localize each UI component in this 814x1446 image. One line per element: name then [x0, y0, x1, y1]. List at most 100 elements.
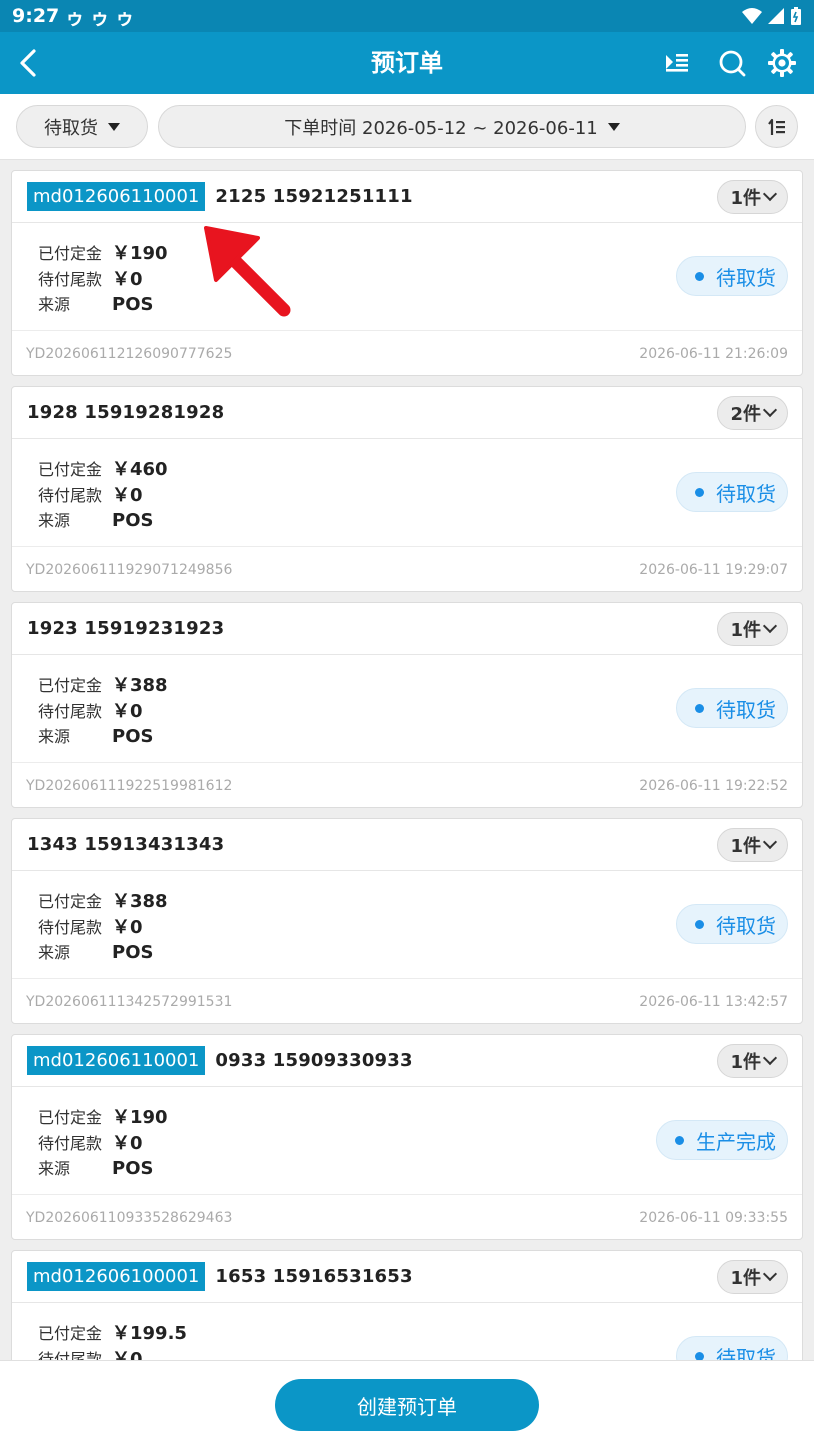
status-text: 待取货: [716, 481, 776, 506]
deposit-label: 已付定金: [38, 244, 103, 263]
sort-icon: [767, 118, 785, 135]
search-icon[interactable]: [717, 48, 747, 78]
order-card-header: 1923 15919231923 1件: [12, 603, 802, 655]
item-count-toggle[interactable]: 2件: [717, 396, 788, 430]
source-value: POS: [112, 1158, 154, 1179]
order-card[interactable]: md012606100001 1653 15916531653 1件 已付定金 …: [11, 1250, 803, 1360]
status-filter-label: 待取货: [44, 117, 98, 139]
store-code-tag: md012606110001: [27, 182, 206, 211]
status-badge: 待取货: [676, 688, 788, 728]
status-text: 待取货: [716, 265, 776, 290]
status-dot-icon: [695, 703, 704, 713]
order-timestamp: 2026-06-11 09:33:55: [639, 1210, 788, 1226]
status-dot-icon: [695, 271, 704, 281]
chevron-down-icon: [762, 618, 778, 634]
gear-icon[interactable]: [767, 48, 797, 78]
status-text: 生产完成: [696, 1129, 776, 1154]
battery-icon: [791, 7, 801, 25]
order-card[interactable]: 1923 15919231923 1件 已付定金 ￥388 待付尾款 ￥0 来源: [11, 602, 803, 808]
status-time: 9:27: [12, 5, 60, 27]
item-count-toggle[interactable]: 1件: [717, 1260, 788, 1294]
order-customer-info: 2125 15921251111: [215, 186, 413, 207]
balance-label: 待付尾款: [38, 486, 103, 505]
status-text: 待取货: [716, 697, 776, 722]
order-card[interactable]: 1928 15919281928 2件 已付定金 ￥460 待付尾款 ￥0 来源: [11, 386, 803, 592]
status-filter-dropdown[interactable]: 待取货: [16, 105, 148, 148]
caret-down-icon: [607, 122, 620, 131]
order-card[interactable]: md012606110001 0933 15909330933 1件 已付定金 …: [11, 1034, 803, 1240]
order-number: YD202606111922519981612: [26, 778, 233, 794]
order-card[interactable]: 1343 15913431343 1件 已付定金 ￥388 待付尾款 ￥0 来源: [11, 818, 803, 1024]
deposit-value: ￥199.5: [112, 1323, 187, 1344]
order-card-header: md012606100001 1653 15916531653 1件: [12, 1251, 802, 1303]
source-label: 来源: [38, 295, 71, 314]
notification-icon: ゥ: [90, 6, 110, 29]
date-filter-dropdown[interactable]: 下单时间 2026-05-12 ~ 2026-06-11: [158, 105, 746, 148]
chevron-down-icon: [762, 402, 778, 418]
item-count-label: 1件: [730, 188, 761, 209]
deposit-value: ￥388: [112, 675, 168, 696]
balance-value: ￥0: [112, 1133, 143, 1154]
order-card-body: 已付定金 ￥190 待付尾款 ￥0 来源 POS 待取货: [12, 223, 802, 331]
order-number: YD202606111929071249856: [26, 562, 233, 578]
date-filter-label: 下单时间 2026-05-12 ~ 2026-06-11: [284, 117, 598, 139]
order-list: md012606110001 2125 15921251111 1件 已付定金 …: [0, 160, 814, 1360]
order-customer-info: 1923 15919231923: [27, 618, 225, 639]
deposit-label: 已付定金: [38, 892, 103, 911]
signal-icon: [768, 8, 784, 24]
source-label: 来源: [38, 943, 71, 962]
item-count-toggle[interactable]: 1件: [717, 1044, 788, 1078]
order-card-header: 1928 15919281928 2件: [12, 387, 802, 439]
source-label: 来源: [38, 511, 71, 530]
order-timestamp: 2026-06-11 13:42:57: [639, 994, 788, 1010]
source-value: POS: [112, 510, 154, 531]
wifi-icon: [742, 8, 762, 24]
balance-value: ￥0: [112, 701, 143, 722]
balance-value: ￥0: [112, 269, 143, 290]
balance-label: 待付尾款: [38, 1134, 103, 1153]
order-card-header: md012606110001 0933 15909330933 1件: [12, 1035, 802, 1087]
deposit-label: 已付定金: [38, 1108, 103, 1127]
item-count-toggle[interactable]: 1件: [717, 180, 788, 214]
caret-down-icon: [108, 122, 120, 131]
deposit-value: ￥190: [112, 1107, 168, 1128]
deposit-value: ￥388: [112, 891, 168, 912]
source-value: POS: [112, 942, 154, 963]
filter-list-icon[interactable]: [662, 48, 692, 78]
item-count-toggle[interactable]: 1件: [717, 612, 788, 646]
sort-button[interactable]: [755, 105, 798, 148]
order-card-body: 已付定金 ￥388 待付尾款 ￥0 来源 POS 待取货: [12, 655, 802, 763]
create-order-button[interactable]: 创建预订单: [275, 1379, 539, 1431]
status-bar: 9:27 ゥ ゥ ゥ: [0, 0, 814, 32]
item-count-label: 1件: [730, 836, 761, 857]
order-card-header: md012606110001 2125 15921251111 1件: [12, 171, 802, 223]
status-dot-icon: [695, 1351, 704, 1360]
deposit-label: 已付定金: [38, 460, 103, 479]
deposit-label: 已付定金: [38, 676, 103, 695]
balance-label: 待付尾款: [38, 918, 103, 937]
status-badge: 生产完成: [656, 1120, 788, 1160]
item-count-toggle[interactable]: 1件: [717, 828, 788, 862]
order-timestamp: 2026-06-11 21:26:09: [639, 346, 788, 362]
source-value: POS: [112, 294, 154, 315]
balance-value: ￥0: [112, 485, 143, 506]
status-badge: 待取货: [676, 256, 788, 296]
status-text: 待取货: [716, 1345, 776, 1361]
order-card-footer: YD202606112126090777625 2026-06-11 21:26…: [12, 331, 802, 375]
order-customer-info: 0933 15909330933: [215, 1050, 413, 1071]
order-customer-info: 1343 15913431343: [27, 834, 225, 855]
order-number: YD202606111342572991531: [26, 994, 233, 1010]
item-count-label: 1件: [730, 620, 761, 641]
deposit-value: ￥190: [112, 243, 168, 264]
notification-icon: ゥ: [65, 6, 85, 29]
balance-label: 待付尾款: [38, 702, 103, 721]
store-code-tag: md012606110001: [27, 1046, 206, 1075]
balance-label: 待付尾款: [38, 1350, 103, 1360]
order-card-header: 1343 15913431343 1件: [12, 819, 802, 871]
bottom-bar: 创建预订单: [0, 1360, 814, 1446]
item-count-label: 2件: [730, 404, 761, 425]
order-card-body: 已付定金 ￥460 待付尾款 ￥0 来源 POS 待取货: [12, 439, 802, 547]
filter-bar: 待取货 下单时间 2026-05-12 ~ 2026-06-11: [0, 94, 814, 160]
order-card-footer: YD202606111922519981612 2026-06-11 19:22…: [12, 763, 802, 807]
order-card[interactable]: md012606110001 2125 15921251111 1件 已付定金 …: [11, 170, 803, 376]
